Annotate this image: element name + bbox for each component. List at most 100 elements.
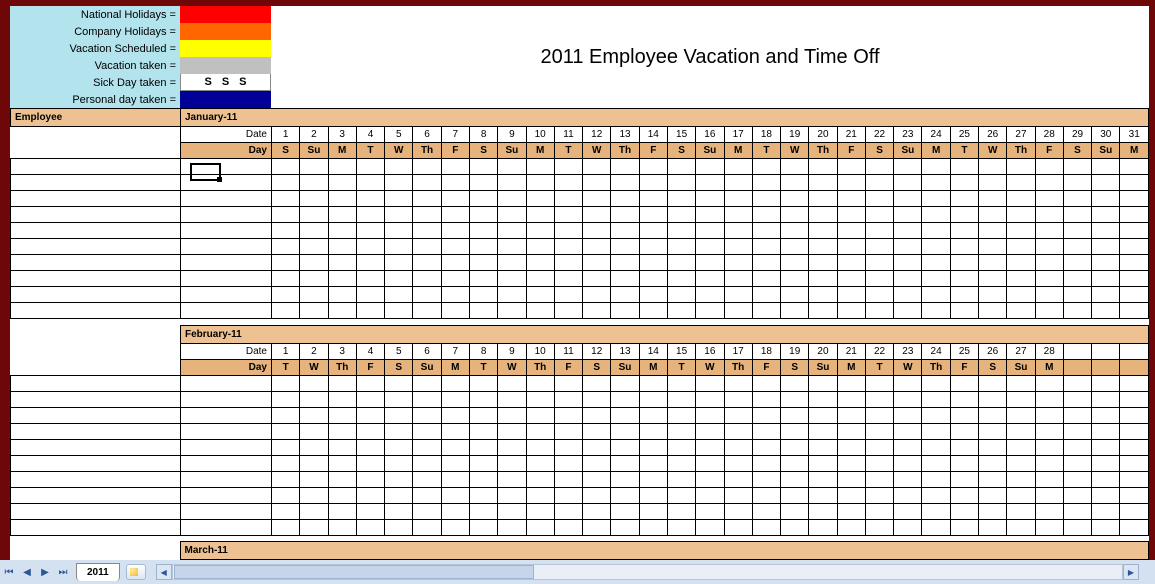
dayname-cell[interactable]: T: [667, 359, 695, 375]
data-cell[interactable]: [781, 223, 809, 239]
date-cell[interactable]: 16: [696, 343, 724, 359]
data-cell[interactable]: [469, 375, 497, 391]
data-cell[interactable]: [441, 191, 469, 207]
data-cell[interactable]: [865, 471, 893, 487]
data-cell[interactable]: [667, 391, 695, 407]
dayname-cell[interactable]: Su: [1092, 143, 1120, 159]
employee-cell[interactable]: [11, 375, 181, 391]
data-cell[interactable]: [922, 455, 950, 471]
dayname-cell[interactable]: W: [894, 359, 922, 375]
data-cell[interactable]: [1092, 439, 1120, 455]
data-cell[interactable]: [356, 207, 384, 223]
data-cell[interactable]: [922, 207, 950, 223]
data-cell[interactable]: [272, 519, 300, 535]
data-cell[interactable]: [498, 375, 526, 391]
date-cell[interactable]: 12: [583, 127, 611, 143]
data-cell[interactable]: [498, 439, 526, 455]
data-cell[interactable]: [1035, 159, 1063, 175]
data-cell[interactable]: [413, 239, 441, 255]
data-cell[interactable]: [979, 159, 1007, 175]
data-cell[interactable]: [272, 423, 300, 439]
data-cell[interactable]: [1063, 503, 1091, 519]
data-cell[interactable]: [809, 175, 837, 191]
data-cell[interactable]: [979, 287, 1007, 303]
data-cell[interactable]: [696, 375, 724, 391]
data-cell[interactable]: [554, 519, 582, 535]
data-cell[interactable]: [667, 159, 695, 175]
tab-nav-next-icon[interactable]: ▶: [36, 562, 54, 582]
data-cell[interactable]: [611, 375, 639, 391]
data-cell[interactable]: [837, 519, 865, 535]
data-cell[interactable]: [328, 471, 356, 487]
data-cell[interactable]: [1120, 407, 1149, 423]
data-cell[interactable]: [752, 407, 780, 423]
data-cell[interactable]: [413, 159, 441, 175]
data-cell[interactable]: [667, 239, 695, 255]
data-cell[interactable]: [639, 271, 667, 287]
data-cell[interactable]: [1007, 223, 1035, 239]
data-cell[interactable]: [1092, 239, 1120, 255]
data-cell[interactable]: [526, 471, 554, 487]
data-row[interactable]: [11, 239, 1149, 255]
data-cell[interactable]: [300, 423, 328, 439]
data-cell[interactable]: [837, 303, 865, 319]
data-cell[interactable]: [781, 487, 809, 503]
date-cell[interactable]: 15: [667, 127, 695, 143]
data-cell[interactable]: [809, 503, 837, 519]
data-cell[interactable]: [724, 271, 752, 287]
data-cell[interactable]: [272, 159, 300, 175]
data-cell[interactable]: [1120, 471, 1149, 487]
data-cell[interactable]: [441, 287, 469, 303]
data-cell[interactable]: [272, 487, 300, 503]
data-cell[interactable]: [781, 375, 809, 391]
data-cell[interactable]: [385, 391, 413, 407]
data-cell[interactable]: [894, 303, 922, 319]
data-cell[interactable]: [1120, 303, 1149, 319]
employee-cell[interactable]: [11, 391, 181, 407]
dayname-cell[interactable]: F: [950, 359, 978, 375]
data-cell[interactable]: [272, 303, 300, 319]
data-cell[interactable]: [696, 423, 724, 439]
data-cell[interactable]: [894, 223, 922, 239]
data-cell[interactable]: [554, 487, 582, 503]
data-cell[interactable]: [837, 255, 865, 271]
data-cell[interactable]: [1120, 255, 1149, 271]
data-cell[interactable]: [413, 191, 441, 207]
data-cell[interactable]: [979, 423, 1007, 439]
data-cell[interactable]: [667, 503, 695, 519]
data-cell[interactable]: [611, 255, 639, 271]
data-cell[interactable]: [1007, 287, 1035, 303]
data-cell[interactable]: [356, 223, 384, 239]
data-cell[interactable]: [583, 391, 611, 407]
row-label-cell[interactable]: [181, 255, 272, 271]
data-cell[interactable]: [696, 519, 724, 535]
data-cell[interactable]: [441, 519, 469, 535]
dayname-cell[interactable]: F: [554, 359, 582, 375]
data-cell[interactable]: [639, 159, 667, 175]
data-cell[interactable]: [979, 375, 1007, 391]
data-cell[interactable]: [809, 239, 837, 255]
data-cell[interactable]: [554, 255, 582, 271]
data-cell[interactable]: [356, 271, 384, 287]
data-cell[interactable]: [300, 159, 328, 175]
data-cell[interactable]: [554, 423, 582, 439]
data-cell[interactable]: [922, 271, 950, 287]
data-cell[interactable]: [894, 255, 922, 271]
data-cell[interactable]: [696, 159, 724, 175]
data-cell[interactable]: [809, 423, 837, 439]
date-cell[interactable]: 5: [385, 343, 413, 359]
employee-cell[interactable]: [11, 223, 181, 239]
dayname-cell[interactable]: M: [526, 143, 554, 159]
data-cell[interactable]: [385, 503, 413, 519]
data-cell[interactable]: [922, 423, 950, 439]
data-cell[interactable]: [865, 271, 893, 287]
data-cell[interactable]: [328, 287, 356, 303]
data-cell[interactable]: [639, 375, 667, 391]
data-cell[interactable]: [469, 407, 497, 423]
data-cell[interactable]: [1035, 471, 1063, 487]
data-cell[interactable]: [328, 519, 356, 535]
date-cell[interactable]: 11: [554, 127, 582, 143]
data-cell[interactable]: [328, 239, 356, 255]
date-cell[interactable]: 17: [724, 343, 752, 359]
data-cell[interactable]: [922, 255, 950, 271]
